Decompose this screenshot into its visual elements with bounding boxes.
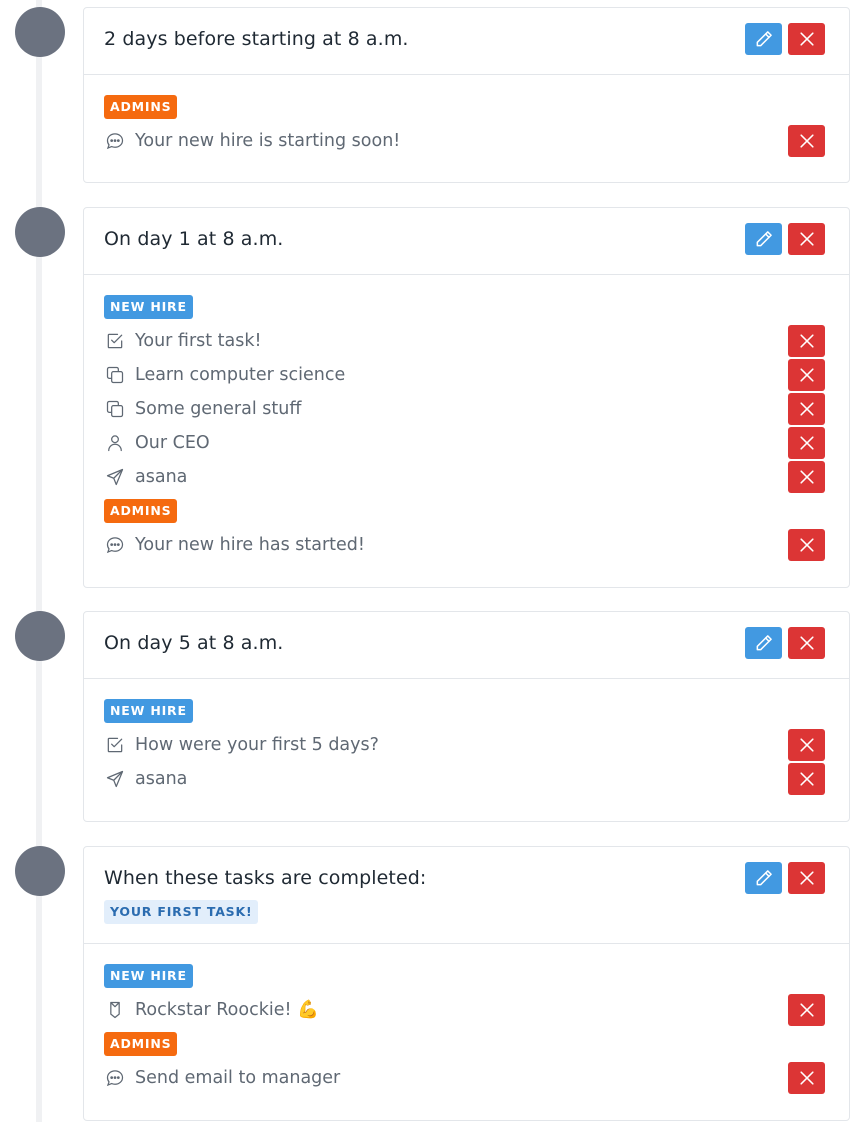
copy-pages-icon [104,398,126,420]
edit-step-button[interactable] [745,862,782,894]
close-icon [799,636,814,650]
step-title: On day 1 at 8 a.m. [104,228,284,250]
step-header: 2 days before starting at 8 a.m. [84,8,849,75]
step-item: Our CEO [104,427,825,459]
pencil-icon [756,870,772,886]
chat-bubble-icon [104,534,126,556]
close-icon [799,1003,814,1017]
admins-badge: ADMINS [104,1032,178,1056]
item-label: How were your first 5 days? [135,735,379,755]
item-label: Your new hire has started! [135,535,365,555]
close-icon [799,402,814,416]
step-item: Your first task! [104,325,825,357]
close-icon [799,871,814,885]
close-icon [799,436,814,450]
pencil-icon [756,31,772,47]
timeline-dot [15,207,65,257]
step-item: Learn computer science [104,359,825,391]
step-item: Your new hire has started! [104,529,825,561]
item-label: Some general stuff [135,399,302,419]
chat-bubble-icon [104,1067,126,1089]
delete-item-button[interactable] [788,763,825,795]
admins-badge: ADMINS [104,499,178,523]
close-icon [799,232,814,246]
delete-item-button[interactable] [788,729,825,761]
send-arrow-icon [104,466,126,488]
step-item: Some general stuff [104,393,825,425]
item-label: Our CEO [135,433,210,453]
step-header: On day 1 at 8 a.m. [84,208,849,275]
delete-step-button[interactable] [788,23,825,55]
step-item: Rockstar Roockie! 💪 [104,994,825,1026]
step-item: Send email to manager [104,1062,825,1094]
close-icon [799,134,814,148]
item-label: asana [135,769,188,789]
edit-step-button[interactable] [745,23,782,55]
delete-step-button[interactable] [788,862,825,894]
item-label: Your new hire is starting soon! [135,131,401,151]
step-item: asana [104,763,825,795]
delete-item-button[interactable] [788,529,825,561]
step-header: On day 5 at 8 a.m. [84,612,849,679]
sequence-step-card: 2 days before starting at 8 a.m. ADMINS … [83,7,850,183]
item-label: Learn computer science [135,365,346,385]
step-title: 2 days before starting at 8 a.m. [104,28,409,50]
sequence-step-card: On day 1 at 8 a.m. NEW HIRE Your first t… [83,207,850,588]
send-arrow-icon [104,768,126,790]
close-icon [799,738,814,752]
delete-item-button[interactable] [788,325,825,357]
close-icon [799,470,814,484]
step-title: On day 5 at 8 a.m. [104,632,284,654]
delete-item-button[interactable] [788,427,825,459]
new-hire-badge: NEW HIRE [104,964,193,988]
step-item: asana [104,461,825,493]
step-item: Your new hire is starting soon! [104,125,825,157]
item-label: asana [135,467,188,487]
delete-item-button[interactable] [788,393,825,425]
admins-badge: ADMINS [104,95,178,119]
pencil-icon [756,231,772,247]
delete-step-button[interactable] [788,627,825,659]
sequence-step-card: When these tasks are completed: YOUR FIR… [83,846,850,1121]
pencil-icon [756,635,772,651]
close-icon [799,538,814,552]
step-item: How were your first 5 days? [104,729,825,761]
badge-shield-icon [104,999,126,1021]
close-icon [799,32,814,46]
close-icon [799,772,814,786]
delete-item-button[interactable] [788,1062,825,1094]
step-title: When these tasks are completed: [104,867,427,889]
copy-pages-icon [104,364,126,386]
checkbox-icon [104,734,126,756]
timeline-dot [15,611,65,661]
item-label: Rockstar Roockie! 💪 [135,1000,319,1020]
delete-item-button[interactable] [788,359,825,391]
new-hire-badge: NEW HIRE [104,699,193,723]
new-hire-badge: NEW HIRE [104,295,193,319]
close-icon [799,1071,814,1085]
checkbox-icon [104,330,126,352]
delete-item-button[interactable] [788,125,825,157]
delete-step-button[interactable] [788,223,825,255]
timeline-dot [15,846,65,896]
close-icon [799,368,814,382]
timeline-dot [15,7,65,57]
delete-item-button[interactable] [788,994,825,1026]
chat-bubble-icon [104,130,126,152]
step-header: When these tasks are completed: YOUR FIR… [84,847,849,944]
delete-item-button[interactable] [788,461,825,493]
trigger-task-tag: YOUR FIRST TASK! [104,900,259,924]
timeline-line [36,0,42,1122]
close-icon [799,334,814,348]
edit-step-button[interactable] [745,627,782,659]
item-label: Your first task! [135,331,262,351]
sequence-step-card: On day 5 at 8 a.m. NEW HIRE How were you… [83,611,850,822]
edit-step-button[interactable] [745,223,782,255]
user-icon [104,432,126,454]
item-label: Send email to manager [135,1068,341,1088]
